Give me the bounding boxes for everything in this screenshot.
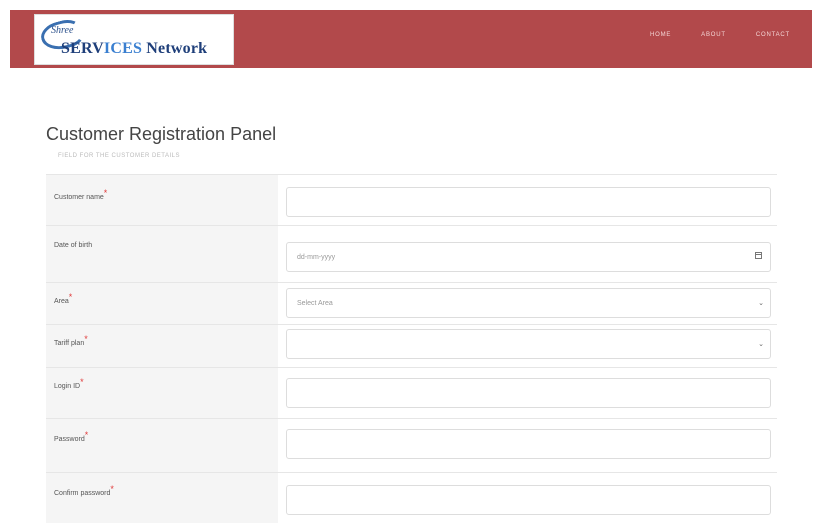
nav-contact-link[interactable]: CONTACT bbox=[756, 32, 790, 38]
required-marker: * bbox=[103, 188, 108, 198]
password-label: Password* bbox=[46, 419, 278, 472]
form-row-tariff-plan: Tariff plan* ⌄ bbox=[46, 324, 777, 367]
chevron-down-icon: ⌄ bbox=[758, 341, 764, 348]
nav-home-link[interactable]: HOME bbox=[650, 32, 671, 38]
form-row-confirm-password: Confirm password* bbox=[46, 472, 777, 523]
required-marker: * bbox=[84, 430, 89, 440]
required-marker: * bbox=[110, 484, 114, 494]
customer-name-input[interactable] bbox=[286, 187, 771, 217]
area-label: Area* bbox=[46, 283, 278, 324]
calendar-icon[interactable] bbox=[755, 252, 762, 259]
logo-main-text: SERVICES Network bbox=[61, 40, 208, 57]
nav-about-link[interactable]: ABOUT bbox=[701, 32, 726, 38]
top-navbar: Shree SERVICES Network HOME ABOUT CONTAC… bbox=[10, 10, 812, 68]
password-input[interactable] bbox=[286, 429, 771, 459]
required-marker: * bbox=[84, 334, 88, 344]
area-select[interactable]: Select Area ⌄ bbox=[286, 288, 771, 318]
form-row-password: Password* bbox=[46, 418, 777, 472]
page-subtitle: FIELD FOR THE CUSTOMER DETAILS bbox=[58, 153, 181, 159]
required-marker: * bbox=[68, 292, 73, 302]
page-title: Customer Registration Panel bbox=[46, 124, 277, 144]
required-marker: * bbox=[80, 377, 84, 387]
brand-logo[interactable]: Shree SERVICES Network bbox=[34, 14, 234, 65]
registration-form: Customer name* Date of birth dd-mm-yyyy … bbox=[46, 174, 777, 523]
form-row-customer-name: Customer name* bbox=[46, 174, 777, 225]
form-row-date-of-birth: Date of birth dd-mm-yyyy bbox=[46, 225, 777, 282]
form-row-login-id: Login ID* bbox=[46, 367, 777, 418]
confirm-password-input[interactable] bbox=[286, 485, 771, 515]
customer-name-label: Customer name* bbox=[46, 175, 278, 225]
tariff-plan-select[interactable]: ⌄ bbox=[286, 329, 771, 359]
confirm-password-label: Confirm password* bbox=[46, 473, 278, 523]
chevron-down-icon: ⌄ bbox=[758, 300, 764, 307]
tariff-plan-label: Tariff plan* bbox=[46, 325, 278, 367]
logo-small-text: Shree bbox=[51, 25, 74, 36]
login-id-label: Login ID* bbox=[46, 368, 278, 418]
login-id-input[interactable] bbox=[286, 378, 771, 408]
main-nav: HOME ABOUT CONTACT bbox=[650, 32, 790, 38]
date-of-birth-label: Date of birth bbox=[46, 226, 278, 282]
date-of-birth-input[interactable]: dd-mm-yyyy bbox=[286, 242, 771, 272]
form-row-area: Area* Select Area ⌄ bbox=[46, 282, 777, 324]
